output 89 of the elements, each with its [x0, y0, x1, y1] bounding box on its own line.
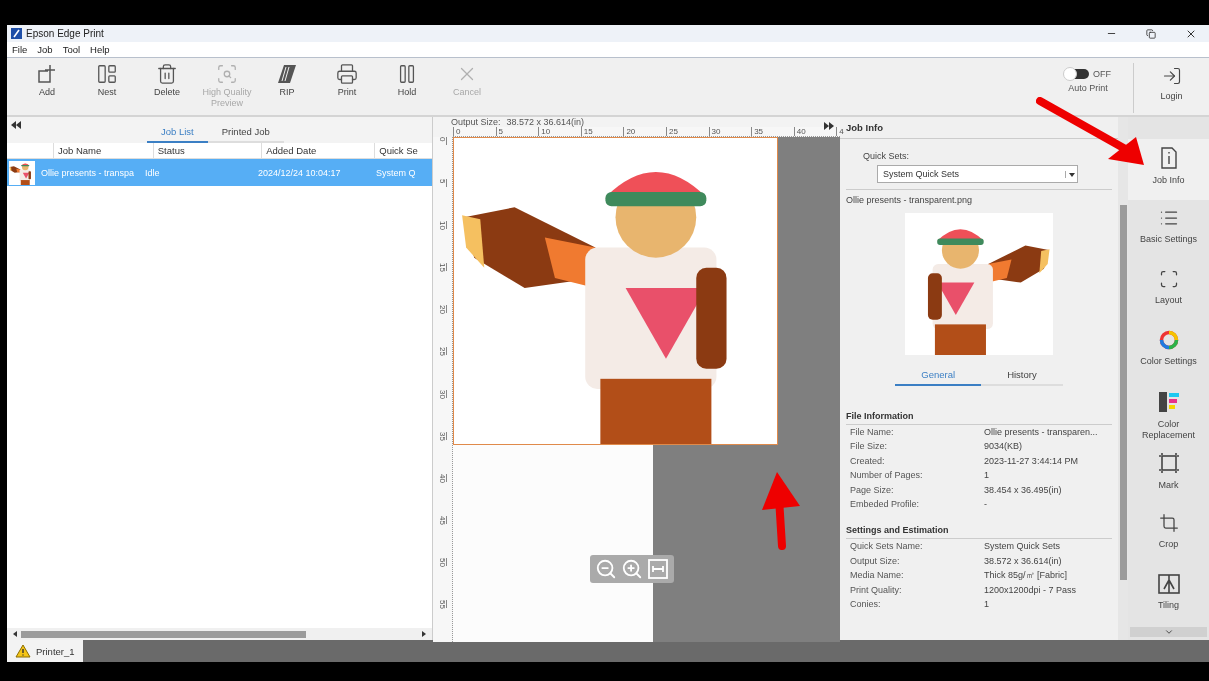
- side-nav-item[interactable]: Crop: [1128, 505, 1209, 566]
- vertical-ruler: 0 5 10 15 20 25 30 35 40 45 50 55: [433, 137, 453, 643]
- table-cell-text: System Q: [375, 167, 417, 178]
- color-wheel-icon: [1158, 330, 1179, 350]
- restore-icon[interactable]: [1146, 28, 1156, 39]
- toggle-label: Auto Print: [1068, 83, 1108, 93]
- info-label: File Name:: [850, 426, 895, 439]
- table-cell-text: Ollie presents - transpa: [40, 167, 136, 178]
- menu-item[interactable]: Tool: [62, 44, 81, 55]
- side-nav-item[interactable]: Tiling: [1128, 566, 1209, 627]
- warning-icon: [15, 644, 31, 658]
- expand-icon[interactable]: [824, 122, 834, 130]
- info-label: Conies:: [850, 598, 882, 612]
- trash-icon: [156, 63, 178, 85]
- output-size-value: 38.572 x 36.614(in): [506, 117, 585, 127]
- toggle-state: OFF: [1093, 69, 1111, 79]
- tab[interactable]: General: [895, 369, 982, 386]
- scroll-down-icon[interactable]: [1163, 627, 1174, 637]
- table-cell-text: 2024/12/24 10:04:17: [257, 167, 342, 178]
- table-cell-text: Idle: [144, 167, 161, 178]
- info-label: Embeded Profile:: [850, 498, 921, 512]
- info-label: Quick Sets Name:: [850, 540, 924, 554]
- login-icon: [1161, 66, 1182, 86]
- info-label: Print Quality:: [850, 583, 903, 597]
- menu-item[interactable]: File: [12, 44, 28, 55]
- info-value: 9034(KB): [984, 440, 1023, 454]
- info-label: File Size:: [850, 440, 888, 454]
- collapse-icon[interactable]: [11, 121, 21, 129]
- output-size-label: Output Size:: [451, 117, 501, 127]
- info-value: Ollie presents - transparen...: [984, 426, 1098, 439]
- file-name: Ollie presents - transparent.png: [846, 189, 1112, 205]
- quick-sets-dropdown[interactable]: System Quick Sets: [877, 165, 1078, 183]
- info-value: -: [984, 498, 987, 512]
- column-header[interactable]: Quick Se: [374, 143, 432, 158]
- dropdown-caret-icon[interactable]: [1068, 172, 1075, 177]
- info-value: 1: [984, 469, 989, 483]
- menu-item[interactable]: Job: [37, 44, 53, 55]
- field-label: Quick Sets:: [863, 151, 910, 161]
- printer-icon: [336, 63, 358, 85]
- info-value: Thick 85g/㎡ [Fabric]: [984, 569, 1068, 583]
- toolbar-button[interactable]: Delete: [137, 63, 197, 98]
- toolbar-button[interactable]: Add: [17, 63, 77, 98]
- info-value: 2023-11-27 3:44:14 PM: [984, 454, 1078, 468]
- toggle-switch[interactable]: [1065, 69, 1089, 79]
- scan-icon: [1158, 269, 1179, 289]
- info-label: Created:: [850, 454, 886, 468]
- toolbar-button[interactable]: RIP: [257, 63, 317, 98]
- mark-icon: [1157, 452, 1180, 474]
- toolbar-button[interactable]: Hold: [377, 63, 437, 98]
- side-nav-item[interactable]: Color Replacement: [1128, 383, 1209, 444]
- toolbar-button[interactable]: Nest: [77, 63, 137, 98]
- window-title: Epson Edge Print: [26, 28, 105, 39]
- scroll-left-icon[interactable]: [13, 631, 17, 637]
- side-nav-item[interactable]: Mark: [1128, 444, 1209, 505]
- column-header[interactable]: Status: [152, 143, 262, 158]
- info-label: Output Size:: [850, 554, 901, 568]
- layout-icon: [96, 63, 118, 85]
- vertical-scrollbar[interactable]: [1118, 117, 1128, 640]
- info-value: 38.454 x 36.495(in): [984, 483, 1062, 497]
- info-value: 38.572 x 36.614(in): [984, 554, 1062, 568]
- login-button[interactable]: Login: [1133, 63, 1209, 113]
- section-title: File Information: [846, 411, 1112, 425]
- tiling-icon: [1157, 574, 1180, 594]
- info-value: System Quick Sets: [984, 540, 1061, 554]
- tab[interactable]: History: [981, 369, 1063, 386]
- add-icon: [36, 63, 58, 85]
- stripes-icon: [276, 63, 298, 85]
- side-nav-item[interactable]: Color Settings: [1128, 322, 1209, 383]
- preview-icon: [216, 63, 238, 85]
- color-bars-icon: [1157, 391, 1180, 413]
- horizontal-scrollbar[interactable]: [7, 628, 432, 640]
- info-value: 1200x1200dpi - 7 Pass: [984, 583, 1077, 597]
- info-label: Number of Pages:: [850, 469, 924, 483]
- app-logo-icon: [11, 28, 22, 39]
- section-title: Settings and Estimation: [846, 525, 1112, 540]
- side-nav-item[interactable]: Layout: [1128, 261, 1209, 322]
- column-header[interactable]: Added Date: [261, 143, 375, 158]
- column-header[interactable]: Job Name: [52, 143, 153, 158]
- crop-icon: [1158, 513, 1179, 533]
- info-label: Media Name:: [850, 569, 905, 583]
- toolbar-button[interactable]: Print: [317, 63, 377, 98]
- info-label: Page Size:: [850, 483, 895, 497]
- side-nav-item[interactable]: Basic Settings: [1128, 200, 1209, 261]
- menu-item[interactable]: Help: [90, 44, 110, 55]
- info-icon: [1159, 147, 1178, 169]
- printer-tab[interactable]: Printer_1: [7, 640, 83, 662]
- side-nav-item[interactable]: Job Info: [1128, 139, 1209, 200]
- scroll-right-icon[interactable]: [422, 631, 426, 637]
- info-value: 1: [984, 598, 989, 612]
